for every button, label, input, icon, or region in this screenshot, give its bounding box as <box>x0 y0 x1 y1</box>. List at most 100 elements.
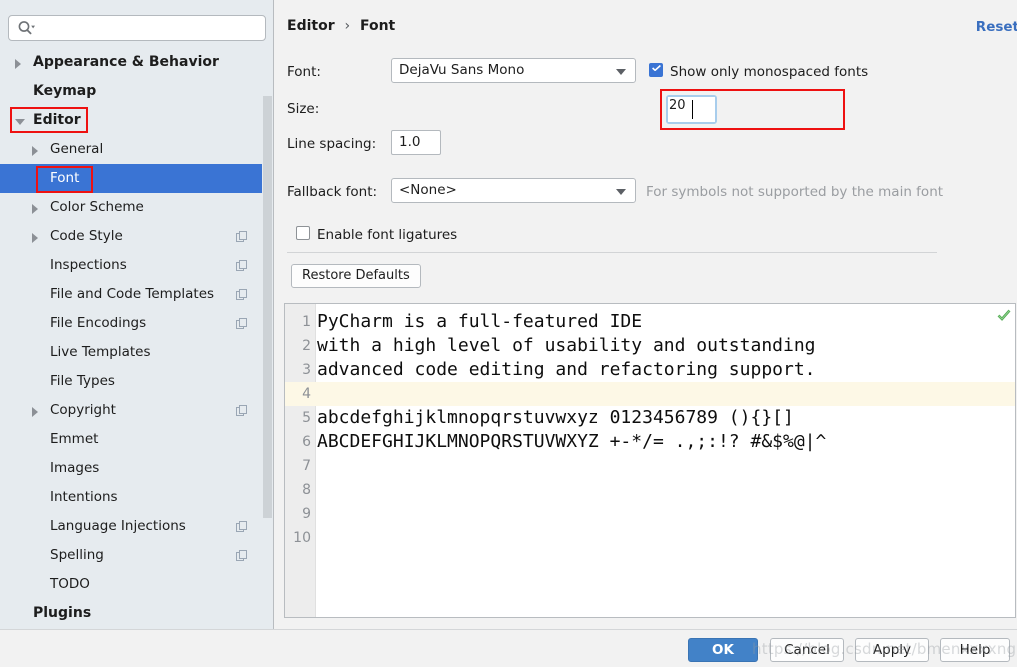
sidebar-item-language-injections[interactable]: Language Injections <box>0 512 263 541</box>
sidebar-item-label: Code Style <box>50 228 123 244</box>
sidebar-item-images[interactable]: Images <box>0 454 263 483</box>
fallback-font-dropdown[interactable]: <None> <box>391 178 636 203</box>
chevron-down-icon <box>616 189 626 195</box>
copy-settings-icon[interactable] <box>236 231 247 242</box>
show-monospaced-checkbox[interactable] <box>649 63 663 77</box>
chevron-down-icon[interactable] <box>15 119 25 125</box>
sidebar-item-appearance-behavior[interactable]: Appearance & Behavior <box>0 48 263 77</box>
sidebar-item-label: File and Code Templates <box>50 286 215 302</box>
sidebar-item-label: Keymap <box>33 83 97 99</box>
preview-line: 8 <box>285 478 1015 502</box>
fallback-font-hint: For symbols not supported by the main fo… <box>646 184 944 200</box>
line-text: PyCharm is a full-featured IDE <box>317 311 643 332</box>
settings-tree: Appearance & Behavior Keymap Editor General… <box>0 48 263 628</box>
chevron-right-icon[interactable] <box>32 407 38 417</box>
font-preview-editor[interactable]: 1 PyCharm is a full-featured IDE 2 with a h… <box>284 303 1016 618</box>
sidebar-item-file-types[interactable]: File Types <box>0 367 263 396</box>
size-label: Size: <box>287 101 320 117</box>
sidebar-item-label: Inspections <box>50 257 127 273</box>
sidebar-item-file-encodings[interactable]: File Encodings <box>0 309 263 338</box>
line-number: 7 <box>302 458 311 474</box>
sidebar-item-spelling[interactable]: Spelling <box>0 541 263 570</box>
sidebar-item-label: Emmet <box>50 431 99 447</box>
ok-button[interactable]: OK <box>688 638 758 662</box>
inspection-ok-icon[interactable] <box>997 308 1011 322</box>
preview-line: 2 with a high level of usability and outs… <box>285 334 1015 358</box>
line-number: 1 <box>302 314 311 330</box>
sidebar-item-label: Plugins <box>33 605 92 621</box>
line-spacing-label: Line spacing: <box>287 136 377 152</box>
search-box[interactable] <box>8 15 266 41</box>
sidebar-item-plugins[interactable]: Plugins <box>0 599 263 628</box>
sidebar-item-label: Intentions <box>50 489 118 505</box>
copy-settings-icon[interactable] <box>236 405 247 416</box>
preview-line: 7 <box>285 454 1015 478</box>
copy-settings-icon[interactable] <box>236 260 247 271</box>
preview-line: 1 PyCharm is a full-featured IDE <box>285 310 1015 334</box>
sidebar-item-live-templates[interactable]: Live Templates <box>0 338 263 367</box>
preview-line: 4 <box>285 382 1015 406</box>
check-icon <box>652 65 661 71</box>
line-text: advanced code editing and refactoring su… <box>317 359 816 380</box>
section-divider <box>287 252 937 253</box>
chevron-right-icon[interactable] <box>32 146 38 156</box>
sidebar-item-label: General <box>50 141 104 157</box>
preview-line: 9 <box>285 502 1015 526</box>
chevron-right-icon[interactable] <box>32 204 38 214</box>
apply-button[interactable]: Apply <box>855 638 929 662</box>
sidebar-item-label: Color Scheme <box>50 199 144 215</box>
line-number: 3 <box>302 362 311 378</box>
sidebar-item-intentions[interactable]: Intentions <box>0 483 263 512</box>
sidebar-item-font[interactable]: Font <box>0 164 263 193</box>
sidebar-item-general[interactable]: General <box>0 135 263 164</box>
restore-defaults-button[interactable]: Restore Defaults <box>291 264 421 288</box>
sidebar-scrollbar-track[interactable] <box>262 48 273 628</box>
copy-settings-icon[interactable] <box>236 521 247 532</box>
line-text: ABCDEFGHIJKLMNOPQRSTUVWXYZ +-*/= .,;:!? … <box>317 431 827 452</box>
font-family-dropdown[interactable]: DejaVu Sans Mono <box>391 58 636 83</box>
enable-ligatures-label[interactable]: Enable font ligatures <box>317 227 457 243</box>
text-cursor <box>692 100 693 119</box>
sidebar-item-label: Appearance & Behavior <box>33 54 219 70</box>
cancel-button[interactable]: Cancel <box>770 638 844 662</box>
sidebar-item-label: TODO <box>50 576 90 592</box>
sidebar-scrollbar-thumb[interactable] <box>263 96 272 518</box>
enable-ligatures-checkbox[interactable] <box>296 226 310 240</box>
preview-line: 3 advanced code editing and refactoring s… <box>285 358 1015 382</box>
sidebar-item-label: File Encodings <box>50 315 147 331</box>
line-text: with a high level of usability and outst… <box>317 335 816 356</box>
help-button[interactable]: Help <box>940 638 1010 662</box>
line-number: 10 <box>293 530 311 546</box>
sidebar-item-label: File Types <box>50 373 115 389</box>
sidebar-item-code-style[interactable]: Code Style <box>0 222 263 251</box>
sidebar-item-label: Editor <box>33 112 81 128</box>
sidebar-item-label: Language Injections <box>50 518 186 534</box>
sidebar-item-inspections[interactable]: Inspections <box>0 251 263 280</box>
chevron-right-icon[interactable] <box>15 59 21 69</box>
line-spacing-input[interactable]: 1.0 <box>391 130 441 155</box>
reset-link[interactable]: Reset <box>976 19 1017 35</box>
sidebar-item-color-scheme[interactable]: Color Scheme <box>0 193 263 222</box>
search-input[interactable] <box>8 15 266 41</box>
sidebar-item-emmet[interactable]: Emmet <box>0 425 263 454</box>
font-family-value: DejaVu Sans Mono <box>399 62 525 78</box>
line-number: 2 <box>302 338 311 354</box>
breadcrumb-parent[interactable]: Editor <box>287 18 335 34</box>
sidebar-item-label: Copyright <box>50 402 116 418</box>
copy-settings-icon[interactable] <box>236 289 247 300</box>
sidebar-item-editor[interactable]: Editor <box>0 106 263 135</box>
sidebar-item-todo[interactable]: TODO <box>0 570 263 599</box>
sidebar-item-keymap[interactable]: Keymap <box>0 77 263 106</box>
sidebar-item-copyright[interactable]: Copyright <box>0 396 263 425</box>
chevron-right-icon[interactable] <box>32 233 38 243</box>
copy-settings-icon[interactable] <box>236 318 247 329</box>
line-number: 9 <box>302 506 311 522</box>
preview-line: 6 ABCDEFGHIJKLMNOPQRSTUVWXYZ +-*/= .,;:!?… <box>285 430 1015 454</box>
sidebar-item-file-and-code-templates[interactable]: File and Code Templates <box>0 280 263 309</box>
copy-settings-icon[interactable] <box>236 550 247 561</box>
settings-sidebar: Appearance & Behavior Keymap Editor General… <box>0 0 274 629</box>
show-monospaced-label[interactable]: Show only monospaced fonts <box>670 64 868 80</box>
line-text: abcdefghijklmnopqrstuvwxyz 0123456789 ()… <box>317 407 794 428</box>
sidebar-item-label: Images <box>50 460 100 476</box>
line-number: 4 <box>302 386 311 402</box>
